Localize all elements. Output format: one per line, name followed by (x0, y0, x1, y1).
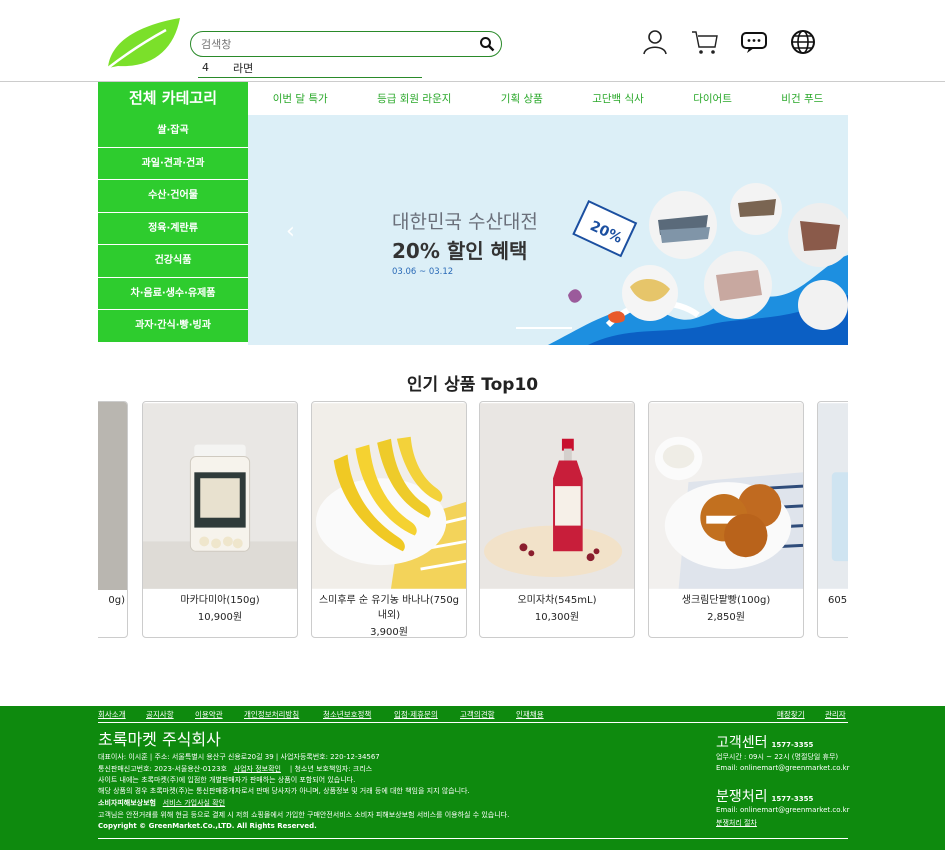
footer-link-notice[interactable]: 공지사항 (146, 709, 174, 720)
popular-carousel: 0g) 마카다미아(150g) 10,900원 스미후루 순 유기농 바나나(7… (98, 401, 848, 641)
search-icon[interactable] (479, 36, 495, 52)
suggestion-rank: 4 (202, 61, 209, 74)
nav-planned-products[interactable]: 기획 상품 (501, 91, 543, 106)
footer-link-about[interactable]: 회사소개 (98, 709, 126, 720)
search-box (190, 31, 502, 57)
product-price: 2,850원 (707, 612, 745, 623)
product-name: 마카다미아(150g) (180, 595, 260, 606)
product-card[interactable]: 오미자차(545mL) 10,300원 (479, 401, 635, 638)
hero-banner[interactable]: ‹ 대한민국 수산대전 20% 할인 혜택 03.06 ~ 03.12 20% (248, 115, 848, 345)
footer-info-line: 사이트 내에는 초록마켓(주)에 입점한 개별판매자가 판매하는 상품이 포함되… (98, 776, 356, 784)
sidebar-item-seafood[interactable]: 수산·건어물 (98, 180, 248, 213)
nav-vegan-food[interactable]: 비건 푸드 (781, 91, 823, 106)
user-icon[interactable] (641, 28, 669, 56)
footer-link-terms[interactable]: 이용약관 (195, 709, 223, 720)
footer-company-name: 초록마켓 주식회사 (98, 730, 221, 749)
footer-info-line: 대표이사: 이시훈 | 주소: 서울특별시 용산구 신용로20길 39 | 사업… (98, 753, 380, 761)
sidebar-item-health[interactable]: 건강식품 (98, 245, 248, 278)
product-image (98, 402, 127, 590)
cs-email: Email: onlinemart@greenmarket.co.kr (716, 764, 850, 772)
leaf-logo-icon[interactable] (104, 16, 184, 72)
sidebar-item-snacks[interactable]: 과자·간식·빵·빙과 (98, 310, 248, 343)
product-price: 10,900원 (197, 612, 243, 623)
product-card[interactable]: 605 (817, 401, 848, 638)
popular-section-title: 인기 상품 Top10 (406, 375, 539, 395)
product-name: 오미자차(545mL) (517, 595, 597, 606)
footer-youth-officer: | 청소년 보호책임자: 크리스 (289, 765, 373, 773)
category-sidebar: 쌀·잡곡 과일·견과·건과 수산·건어물 정육·계란류 건강식품 차·음료·생수… (98, 115, 248, 343)
search-suggestion[interactable]: 4 라면 (198, 60, 422, 78)
dispute-phone: 1577-3355 (771, 795, 814, 803)
product-name: 생크림단팥빵(100g) (681, 595, 771, 606)
sidebar-item-fruits[interactable]: 과일·견과·건과 (98, 147, 248, 180)
cart-icon[interactable] (691, 28, 719, 56)
seafood-banner-illustration: 20% (548, 183, 848, 345)
footer-link-privacy[interactable]: 개인정보처리방침 (244, 709, 299, 720)
banner-indicator[interactable] (516, 327, 572, 329)
site-footer: 회사소개 공지사항 이용약관 개인정보처리방침 청소년보호정책 입점·제휴문의 … (0, 706, 945, 850)
chat-icon[interactable] (740, 28, 768, 56)
product-card[interactable]: 스미후루 순 유기농 바나나(750g 내외) 3,900원 (311, 401, 467, 638)
main-nav: 이번 달 특가 등급 회원 라운지 기획 상품 고단백 식사 다이어트 비건 푸… (248, 82, 848, 115)
search-input[interactable] (201, 35, 471, 53)
sidebar-item-grains[interactable]: 쌀·잡곡 (98, 115, 248, 148)
dispute-email: Email: onlinemart@greenmarket.co.kr (716, 806, 850, 814)
product-image-omija (480, 403, 634, 589)
product-price: 3,900원 (370, 627, 408, 638)
footer-link-youth[interactable]: 청소년보호정책 (323, 709, 371, 720)
footer-link-store-finder[interactable]: 매장찾기 (777, 709, 805, 720)
cs-phone: 1577-3355 (771, 741, 814, 749)
suggestion-term: 라면 (233, 62, 254, 75)
nav-diet[interactable]: 다이어트 (693, 91, 732, 106)
product-card[interactable]: 0g) (98, 401, 128, 638)
product-card[interactable]: 마카다미아(150g) 10,900원 (142, 401, 298, 638)
nav-member-lounge[interactable]: 등급 회원 라운지 (377, 91, 451, 106)
customer-center-title: 고객센터 1577-3355 (716, 732, 813, 752)
nav-monthly-special[interactable]: 이번 달 특가 (273, 91, 328, 106)
footer-info-line: 해당 상품의 경우 초록마켓(주)는 통신판매중개자로서 판매 당사자가 아니며… (98, 787, 470, 795)
banner-subtitle: 20% 할인 혜택 (392, 239, 528, 263)
product-name: 스미후루 순 유기농 바나나(750g 내외) (318, 595, 460, 621)
insurance-check-link[interactable]: 서비스 가입사실 확인 (163, 799, 225, 807)
footer-link-careers[interactable]: 인재채용 (516, 709, 544, 720)
banner-prev-arrow-icon[interactable]: ‹ (286, 219, 295, 244)
product-card[interactable]: 생크림단팥빵(100g) 2,850원 (648, 401, 804, 638)
sidebar-item-drinks[interactable]: 차·음료·생수·유제품 (98, 277, 248, 310)
footer-link-feedback[interactable]: 고객의견함 (460, 709, 495, 720)
product-price: 10,300원 (534, 612, 580, 623)
footer-mail-order-number: 통신판매신고번호: 2023-서울용산-0123호 (98, 765, 227, 773)
product-image-cream-bread (649, 403, 803, 589)
cs-title: 고객센터 (716, 735, 768, 751)
footer-divider (98, 838, 848, 839)
dispute-label: 분쟁처리 (716, 789, 768, 805)
footer-link-partnership[interactable]: 입점·제휴문의 (394, 709, 438, 720)
cs-hours: 업무시간 : 09시 ~ 22시 (명절당일 휴무) (716, 753, 839, 761)
banner-title: 대한민국 수산대전 (392, 211, 538, 233)
business-info-link[interactable]: 사업자 정보확인 (234, 765, 281, 773)
product-image-water (818, 403, 848, 589)
footer-info-line: 고객님은 안전거래를 위해 현금 등으로 결제 시 저희 쇼핑몰에서 가입한 구… (98, 811, 510, 819)
dispute-procedure-link[interactable]: 분쟁처리 절차 (716, 818, 757, 828)
footer-link-admin[interactable]: 관리자 (825, 709, 846, 720)
footer-divider (98, 722, 848, 723)
footer-info-line: 통신판매신고번호: 2023-서울용산-0123호 사업자 정보확인 | 청소년… (98, 764, 372, 774)
product-image-banana (312, 403, 466, 589)
product-image-macadamia (143, 403, 297, 589)
footer-insurance-label: 소비자피해보상보험 (98, 799, 156, 807)
footer-copyright: Copyright © GreenMarket.Co.,LTD. All Rig… (98, 822, 317, 830)
site-header: 4 라면 (0, 0, 945, 82)
footer-links: 회사소개 공지사항 이용약관 개인정보처리방침 청소년보호정책 입점·제휴문의 … (98, 709, 848, 722)
all-category-button[interactable]: 전체 카테고리 (98, 82, 248, 115)
product-name: 605 (828, 595, 848, 606)
footer-info-line: 소비자피해보상보험 서비스 가입사실 확인 (98, 798, 225, 808)
sidebar-item-meat-eggs[interactable]: 정육·계란류 (98, 212, 248, 245)
banner-date: 03.06 ~ 03.12 (392, 267, 454, 277)
product-name: 0g) (108, 595, 125, 606)
globe-icon[interactable] (789, 28, 817, 56)
dispute-title: 분쟁처리 1577-3355 (716, 786, 813, 806)
nav-high-protein[interactable]: 고단백 식사 (592, 91, 644, 106)
